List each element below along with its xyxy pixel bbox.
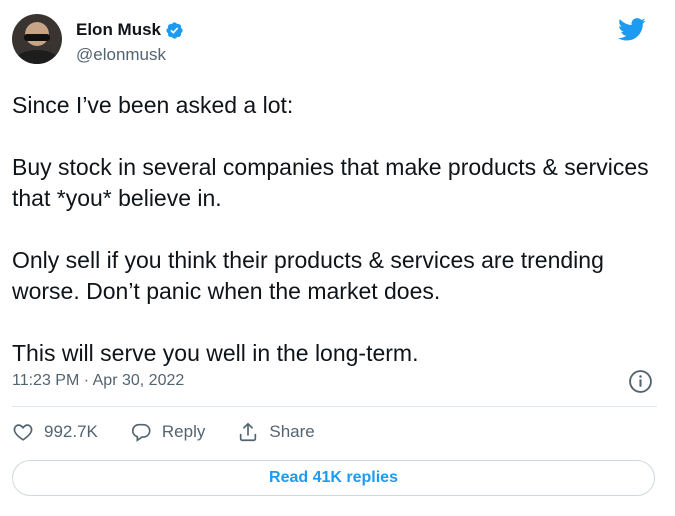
share-icon	[240, 422, 257, 442]
like-button[interactable]: 992.7K	[12, 421, 98, 443]
author-name[interactable]: Elon Musk	[76, 20, 161, 40]
tweet-timestamp[interactable]: 11:23 PM · Apr 30, 2022	[12, 372, 184, 390]
verified-badge-icon	[166, 21, 183, 39]
share-button[interactable]: Share	[237, 421, 315, 443]
author-handle[interactable]: @elonmusk	[76, 45, 166, 65]
like-count: 992.7K	[44, 422, 98, 441]
heart-icon	[13, 424, 33, 441]
tweet-text: Since I’ve been asked a lot: Buy stock i…	[12, 92, 649, 366]
twitter-bird-icon[interactable]	[615, 15, 649, 43]
divider	[12, 406, 657, 407]
share-label: Share	[269, 422, 315, 441]
reply-icon	[131, 423, 151, 442]
reply-button[interactable]: Reply	[130, 421, 205, 443]
tweet-card: Elon Musk @elonmusk Since I’ve been aske…	[0, 0, 675, 516]
author-name-row: Elon Musk	[76, 20, 184, 40]
read-replies-button[interactable]: Read 41K replies	[12, 460, 655, 496]
info-icon[interactable]	[628, 369, 653, 394]
tweet-actions: 992.7K Reply Share	[12, 421, 347, 443]
avatar[interactable]	[12, 14, 62, 64]
reply-label: Reply	[161, 422, 206, 441]
